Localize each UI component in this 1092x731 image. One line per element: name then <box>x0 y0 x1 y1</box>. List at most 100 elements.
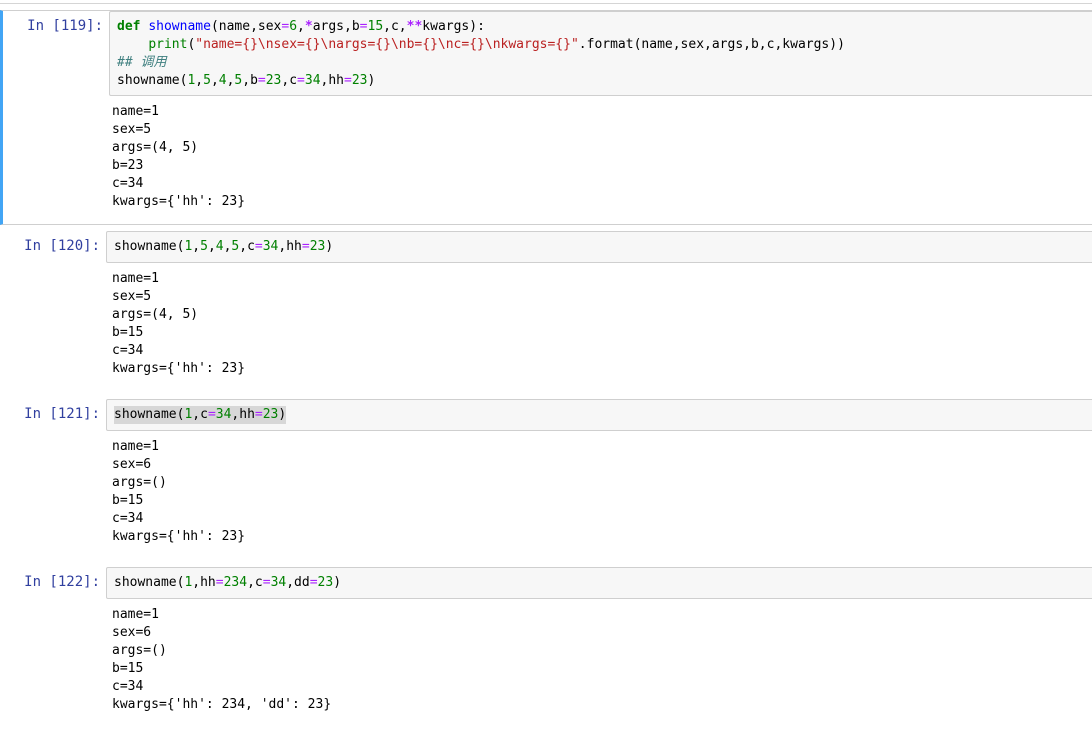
notebook-cell-121[interactable]: In [121]: showname(1,c=34,hh=23) name=1 … <box>0 399 1092 559</box>
code-token: = <box>254 239 263 254</box>
code-token: 23 <box>262 407 279 422</box>
output-line: args=(4, 5) <box>112 140 199 155</box>
code-token: , <box>207 239 216 254</box>
code-token: showname( <box>114 239 185 254</box>
code-token: 5 <box>200 239 208 254</box>
output-line: b=23 <box>112 158 144 173</box>
code-token: = <box>207 407 216 422</box>
code-token: ,c <box>247 575 263 590</box>
code-token: 34 <box>270 575 287 590</box>
code-input-area[interactable]: def showname(name,sex=6,*args,b=15,c,**k… <box>109 11 1092 96</box>
output-line: sex=6 <box>112 625 152 640</box>
code-token: , <box>210 73 219 88</box>
code-token: showname <box>148 19 211 34</box>
code-line: showname(1,c=34,hh=23) <box>114 406 287 424</box>
output-line: c=34 <box>112 343 144 358</box>
code-line: print("name={}\nsex={}\nargs={}\nb={}\nc… <box>117 36 845 54</box>
code-token: ** <box>406 19 423 34</box>
output-line: kwargs={'hh': 234, 'dd': 23} <box>112 697 332 712</box>
cell-prompt: In [119]: <box>27 18 103 34</box>
notebook-top-border <box>0 3 1092 4</box>
code-token: kwargs): <box>422 19 485 34</box>
code-line: ## 调用 <box>117 54 166 72</box>
code-token: 34 <box>215 407 232 422</box>
code-line: showname(1,hh=234,c=34,dd=23) <box>114 574 341 592</box>
code-token: ,c <box>239 239 255 254</box>
code-token: = <box>301 239 310 254</box>
cell-output: name=1 sex=6 args=() b=15 c=34 kwargs={'… <box>112 606 331 714</box>
code-token: def <box>117 19 141 34</box>
code-token: = <box>262 575 271 590</box>
cell-output: name=1 sex=5 args=(4, 5) b=23 c=34 kwarg… <box>112 103 245 211</box>
code-token: , <box>192 239 201 254</box>
notebook-cell-119[interactable]: In [119]: def showname(name,sex=6,*args,… <box>0 10 1092 225</box>
code-token: , <box>297 19 305 34</box>
output-line: sex=6 <box>112 457 152 472</box>
output-line: b=15 <box>112 661 144 676</box>
code-token: = <box>297 73 305 88</box>
code-input-area[interactable]: showname(1,hh=234,c=34,dd=23) <box>106 567 1092 599</box>
code-token: = <box>215 575 224 590</box>
cell-output: name=1 sex=6 args=() b=15 c=34 kwargs={'… <box>112 438 245 546</box>
code-token: showname( <box>114 407 185 422</box>
code-token: .format(name,sex,args,b,c,kwargs)) <box>578 37 845 52</box>
output-line: b=15 <box>112 325 144 340</box>
output-line: sex=5 <box>112 122 152 137</box>
output-line: name=1 <box>112 607 159 622</box>
code-token: showname( <box>114 575 185 590</box>
code-token: ,hh <box>320 73 345 88</box>
code-token: = <box>254 407 263 422</box>
code-token: * <box>304 19 313 34</box>
code-token: ) <box>333 575 342 590</box>
output-line: kwargs={'hh': 23} <box>112 529 246 544</box>
code-token: = <box>257 73 266 88</box>
code-token: 234 <box>223 575 248 590</box>
code-token: ,hh <box>231 407 255 422</box>
code-token: 23 <box>265 73 282 88</box>
code-token: "name={}\nsex={}\nargs={}\nb={}\nc={}\nk… <box>195 37 579 52</box>
code-line: showname(1,5,4,5,c=34,hh=23) <box>114 238 333 256</box>
code-token: (name,sex <box>210 19 282 34</box>
code-token: ,c <box>192 407 208 422</box>
output-line: kwargs={'hh': 23} <box>112 361 246 376</box>
output-line: name=1 <box>112 104 159 119</box>
cell-prompt: In [120]: <box>24 238 100 254</box>
code-token: 5 <box>203 73 211 88</box>
output-line: args=(4, 5) <box>112 307 199 322</box>
code-token: 34 <box>304 73 321 88</box>
output-line: name=1 <box>112 439 159 454</box>
notebook-cell-122[interactable]: In [122]: showname(1,hh=234,c=34,dd=23) … <box>0 567 1092 727</box>
code-token: ,c, <box>383 19 407 34</box>
code-token: showname( <box>117 73 188 88</box>
code-token: ,hh <box>192 575 216 590</box>
code-token: ,b <box>242 73 258 88</box>
code-token: 23 <box>351 73 368 88</box>
code-token: 34 <box>262 239 279 254</box>
cell-output: name=1 sex=5 args=(4, 5) b=15 c=34 kwarg… <box>112 270 245 378</box>
code-token: 4 <box>215 239 224 254</box>
code-token: = <box>344 73 352 88</box>
code-token: = <box>359 19 368 34</box>
code-token: 6 <box>289 19 298 34</box>
code-token: = <box>309 575 318 590</box>
output-line: c=34 <box>112 511 144 526</box>
notebook-cell-120[interactable]: In [120]: showname(1,5,4,5,c=34,hh=23) n… <box>0 231 1092 391</box>
code-token: 15 <box>367 19 384 34</box>
code-input-area[interactable]: showname(1,c=34,hh=23) <box>106 399 1092 431</box>
output-line: b=15 <box>112 493 144 508</box>
code-input-area[interactable]: showname(1,5,4,5,c=34,hh=23) <box>106 231 1092 263</box>
output-line: name=1 <box>112 271 159 286</box>
output-line: c=34 <box>112 679 144 694</box>
code-token: ) <box>278 407 287 422</box>
code-token: 23 <box>317 575 334 590</box>
cell-prompt: In [122]: <box>24 574 100 590</box>
code-token: ,dd <box>286 575 310 590</box>
code-line: showname(1,5,4,5,b=23,c=34,hh=23) <box>117 72 375 90</box>
code-line: def showname(name,sex=6,*args,b=15,c,**k… <box>117 18 485 36</box>
code-token: ## 调用 <box>117 55 167 70</box>
code-token: args,b <box>312 19 360 34</box>
output-line: args=() <box>112 475 167 490</box>
code-token: 4 <box>218 73 227 88</box>
output-line: sex=5 <box>112 289 152 304</box>
